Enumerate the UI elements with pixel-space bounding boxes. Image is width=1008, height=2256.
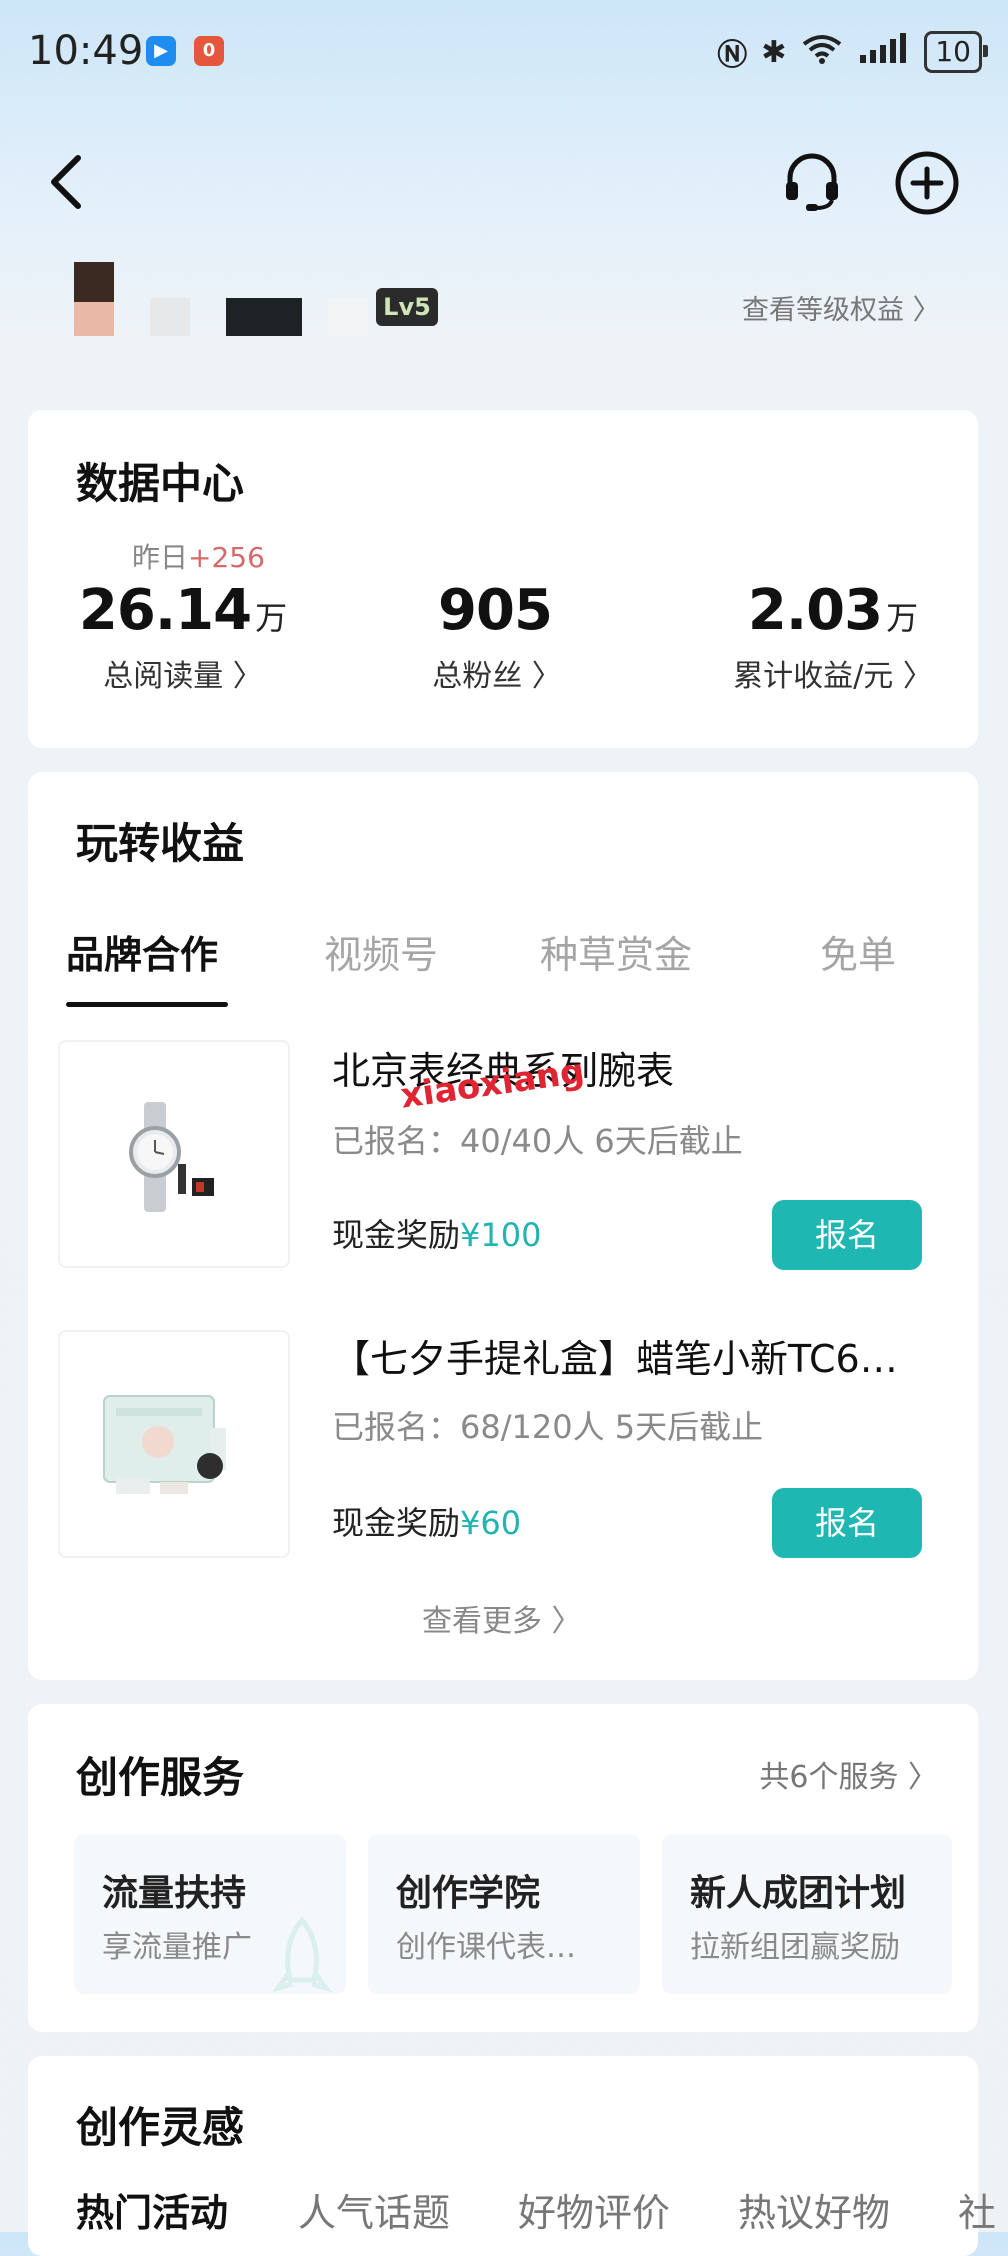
tab-community[interactable]: 社 (958, 2182, 996, 2237)
product-reward: 现金奖励¥100 (332, 1210, 541, 1256)
active-tab-indicator (66, 1002, 228, 1007)
earnings-card: 玩转收益 品牌合作 视频号 种草赏金 免单 北京表经典系列腕表 已报名：40/4… (28, 772, 978, 1680)
reward-amount: ¥100 (460, 1216, 542, 1254)
plus-circle-icon[interactable] (894, 150, 960, 216)
stat-unit: 万 (255, 599, 288, 637)
product-signup-status: 已报名：68/120人 5天后截止 (332, 1408, 764, 1446)
yesterday-delta-value: +256 (188, 541, 265, 574)
stat-label: 总阅读量 〉 (103, 659, 263, 694)
reward-label: 现金奖励 (332, 1216, 461, 1254)
tab-popular-topics[interactable]: 人气话题 (298, 2182, 450, 2237)
service-title: 流量扶持 (102, 1873, 247, 1914)
service-title: 新人成团计划 (690, 1873, 907, 1914)
wifi-icon (800, 32, 844, 72)
earnings-title: 玩转收益 (76, 819, 245, 868)
creation-services-card: 创作服务 共6个服务 〉 流量扶持 享流量推广 创作学院 创作课代表… 新人成团… (28, 1704, 978, 2032)
stat-unit: 万 (886, 599, 919, 637)
stat-value: 26.14 (78, 578, 252, 643)
reward-amount: ¥60 (460, 1504, 522, 1542)
tab-seeding-bounty[interactable]: 种草赏金 (540, 924, 692, 979)
headset-icon[interactable] (780, 150, 844, 214)
status-time: 10:49 (28, 28, 144, 74)
service-subtitle: 创作课代表… (396, 1930, 576, 1965)
tab-video-channel[interactable]: 视频号 (324, 924, 438, 979)
service-subtitle: 拉新组团赢奖励 (690, 1930, 900, 1965)
stat-label: 累计收益/元 〉 (733, 659, 933, 694)
stat-total-earnings[interactable]: 2.03 万 累计收益/元 〉 (708, 578, 958, 695)
username-blurred-1 (150, 298, 190, 336)
tab-hot-products[interactable]: 热议好物 (738, 2182, 890, 2237)
product-image-watch[interactable] (58, 1040, 290, 1268)
view-more-link[interactable]: 查看更多 〉 (422, 1596, 582, 1640)
inspiration-title: 创作灵感 (76, 2103, 245, 2152)
product-signup-status: 已报名：40/40人 6天后截止 (332, 1122, 743, 1160)
username-blurred-2 (226, 298, 302, 336)
tab-free-order[interactable]: 免单 (820, 924, 896, 979)
service-traffic-support[interactable]: 流量扶持 享流量推广 (74, 1834, 346, 1994)
creation-services-title: 创作服务 (76, 1753, 245, 1802)
tab-hot-events[interactable]: 热门活动 (76, 2182, 228, 2237)
product-image-gift-box[interactable] (58, 1330, 290, 1558)
yesterday-label: 昨日 (132, 541, 189, 574)
level-badge[interactable]: Lv5 (376, 288, 438, 326)
signal-icon (858, 33, 910, 71)
all-services-link[interactable]: 共6个服务 〉 (759, 1752, 938, 1796)
avatar[interactable] (74, 262, 114, 336)
status-indicators: Ⓝ ✱ 10 (717, 30, 988, 74)
product-reward: 现金奖励¥60 (332, 1498, 521, 1544)
rocket-icon (271, 1916, 333, 1993)
service-creation-academy[interactable]: 创作学院 创作课代表… (368, 1834, 640, 1994)
product-title[interactable]: 【七夕手提礼盒】蜡笔小新TC6… (332, 1328, 942, 1383)
data-center-title: 数据中心 (76, 459, 245, 508)
stat-value: 905 (438, 578, 553, 643)
battery-indicator: 10 (924, 31, 988, 73)
stat-total-fans[interactable]: 905 总粉丝 〉 (382, 578, 612, 695)
stat-value: 2.03 (747, 578, 883, 643)
notification-icon: 0 (194, 36, 224, 66)
stat-total-reads[interactable]: 26.14 万 总阅读量 〉 (68, 578, 298, 695)
tab-brand-cooperation[interactable]: 品牌合作 (66, 924, 218, 979)
service-newcomer-team-plan[interactable]: 新人成团计划 拉新组团赢奖励 (662, 1834, 952, 1994)
yesterday-delta: 昨日+256 (132, 536, 265, 576)
service-title: 创作学院 (396, 1873, 541, 1914)
chevron-right-icon: 〉 (912, 293, 941, 326)
service-subtitle: 享流量推广 (102, 1930, 252, 1965)
bilibili-icon: ▶ (146, 36, 176, 66)
reward-label: 现金奖励 (332, 1504, 461, 1542)
level-benefits-label: 查看等级权益 (742, 295, 904, 326)
bluetooth-icon: ✱ (761, 34, 787, 70)
stat-label: 总粉丝 〉 (432, 659, 562, 694)
level-benefits-link[interactable]: 查看等级权益 〉 (742, 288, 941, 328)
signup-button[interactable]: 报名 (772, 1200, 922, 1270)
tab-product-reviews[interactable]: 好物评价 (518, 2182, 670, 2237)
signup-button[interactable]: 报名 (772, 1488, 922, 1558)
inspiration-card: 创作灵感 热门活动 人气话题 好物评价 热议好物 社 (28, 2056, 996, 2256)
data-center-card: 数据中心 昨日+256 26.14 万 总阅读量 〉 905 总粉丝 〉 2.03… (28, 410, 978, 748)
username-blurred-3 (328, 298, 368, 336)
back-chevron-icon[interactable] (40, 150, 96, 214)
nfc-icon: Ⓝ (717, 38, 748, 73)
